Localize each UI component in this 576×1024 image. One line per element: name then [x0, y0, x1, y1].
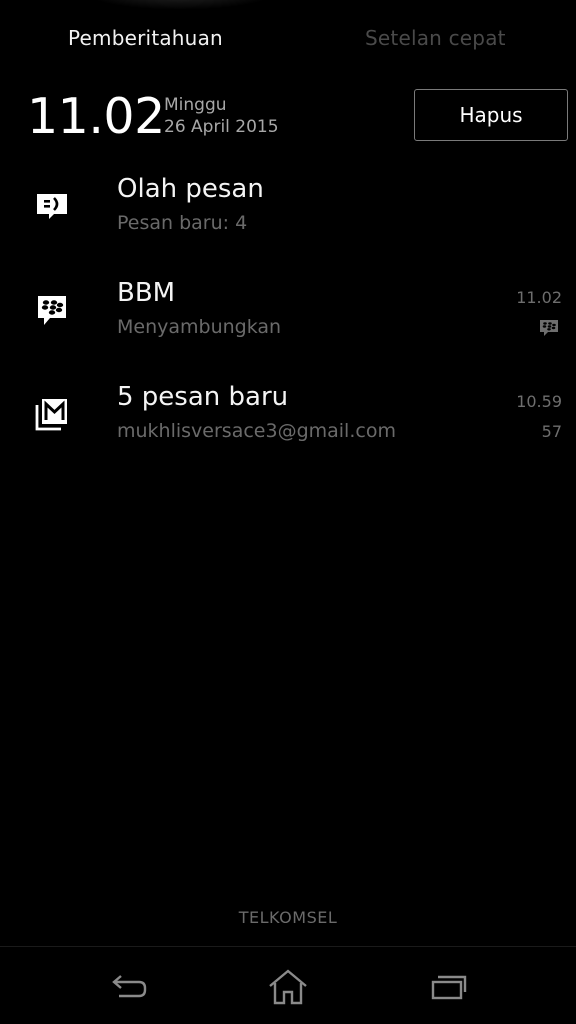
notification-title: 5 pesan baru [117, 382, 289, 412]
date-label: 26 April 2015 [164, 117, 279, 137]
message-icon [34, 188, 70, 224]
clock: 11.02 [27, 88, 165, 145]
notification-title: BBM [117, 278, 176, 308]
notification-subtitle: mukhlisversace3@gmail.com [117, 420, 396, 442]
bbm-icon [34, 292, 70, 328]
clear-all-label: Hapus [459, 103, 523, 127]
notification-subtitle: Menyambungkan [117, 316, 282, 338]
notification-count: 57 [541, 422, 562, 441]
clear-all-button[interactable]: Hapus [414, 89, 568, 141]
notification-time: 11.02 [516, 288, 562, 307]
shade-tabs: Pemberitahuan Setelan cepat [0, 0, 576, 80]
notification-bbm[interactable]: BBM Menyambungkan 11.02 [0, 270, 576, 370]
carrier-label: TELKOMSEL [238, 908, 338, 927]
recents-icon[interactable] [424, 965, 472, 1009]
back-icon[interactable] [105, 965, 153, 1009]
notification-gmail[interactable]: 5 pesan baru mukhlisversace3@gmail.com 1… [0, 374, 576, 474]
tab-notifications[interactable]: Pemberitahuan [68, 26, 223, 50]
notification-shade: Pemberitahuan Setelan cepat 11.02 Minggu… [0, 0, 576, 1024]
day-label: Minggu [164, 95, 227, 115]
notification-title: Olah pesan [117, 174, 264, 204]
home-icon[interactable] [264, 965, 312, 1009]
notification-messaging[interactable]: Olah pesan Pesan baru: 4 [0, 166, 576, 266]
navigation-bar [0, 946, 576, 1024]
notification-subtitle: Pesan baru: 4 [117, 212, 248, 234]
gmail-icon [34, 396, 70, 432]
date-block: Minggu 26 April 2015 [164, 94, 279, 138]
bbm-small-icon [538, 318, 560, 338]
notification-time: 10.59 [516, 392, 562, 411]
tab-quick-settings[interactable]: Setelan cepat [365, 26, 506, 50]
